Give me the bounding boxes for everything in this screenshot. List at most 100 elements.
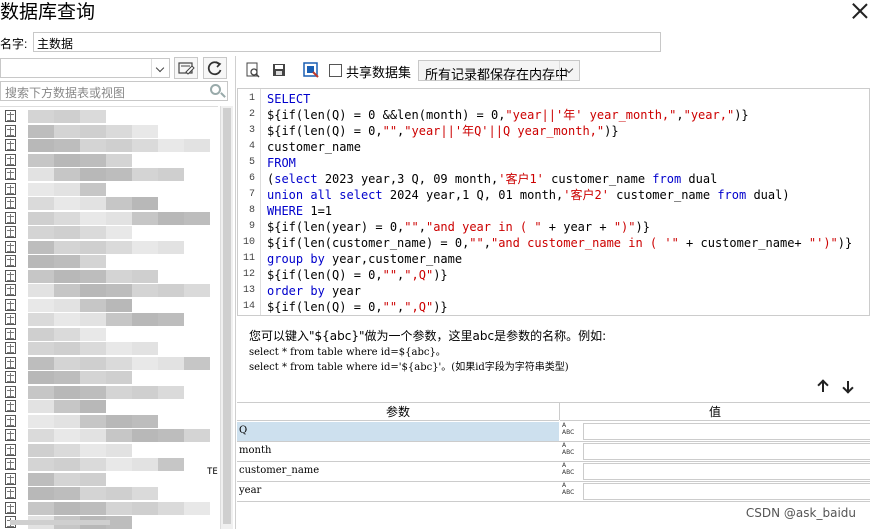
table-list-item[interactable] [0,342,218,355]
param-type-icon[interactable]: A ABC [560,462,582,481]
table-list-item[interactable] [0,414,218,428]
sql-code-text[interactable]: (select 2023 year,3 Q, 09 month,'客户1' cu… [267,171,717,187]
table-list-item[interactable] [0,168,218,181]
obscured-table-name [80,385,106,399]
edit-connection-button[interactable] [174,57,198,79]
share-dataset-label[interactable]: 共享数据集 [346,62,411,81]
sql-line[interactable]: 8 WHERE 1=1 [238,203,869,219]
table-list-item[interactable] [0,472,218,486]
datasource-select[interactable] [0,58,170,78]
sql-line[interactable]: 6 (select 2023 year,3 Q, 09 month,'客户1' c… [238,171,869,187]
param-type-icon[interactable]: A ABC [560,442,582,461]
table-list-item[interactable] [0,182,218,196]
obscured-table-name [80,269,106,283]
sql-line[interactable]: 2 ${if(len(Q) = 0 &&len(month) = 0,"year|… [238,107,869,123]
table-list-item[interactable] [0,197,218,210]
table-list-item[interactable] [0,385,218,399]
table-list-item[interactable] [0,284,218,297]
sql-line[interactable]: 14 ${if(len(Q) = 0,"",",Q")} [238,299,869,315]
save-icon[interactable] [270,61,288,79]
table-list-item[interactable] [0,327,218,341]
sql-code-text[interactable]: SELECT [267,91,310,107]
param-name[interactable]: month [237,442,559,461]
move-down-icon[interactable] [842,379,854,393]
table-icon [5,226,16,238]
panel-divider[interactable] [235,56,236,529]
sql-code-text[interactable]: union all select 2024 year,1 Q, 01 month… [267,187,790,203]
param-row[interactable]: year A ABC [237,482,870,502]
param-name[interactable]: year [237,482,559,501]
table-list-item[interactable] [0,443,218,457]
table-list-item[interactable] [0,356,218,370]
param-value-input[interactable] [583,423,870,440]
sql-code-text[interactable]: ${if(len(Q) = 0,"",",Q")} [267,299,448,315]
table-list-item[interactable] [0,429,218,442]
sql-code-text[interactable]: ${if(len(Q) = 0,"",",Q")} [267,267,448,283]
sql-code-text[interactable]: customer_name [267,139,361,155]
share-dataset-checkbox[interactable] [329,64,342,77]
table-list-item[interactable] [0,269,218,283]
table-list-item[interactable] [0,371,218,384]
sql-code-text[interactable]: ${if(len(Q) = 0 &&len(month) = 0,"year||… [267,107,749,123]
sql-line[interactable]: 5 FROM [238,155,869,171]
sql-code-text[interactable]: ${if(len(Q) = 0,"","year||'年Q'||Q year_m… [267,123,619,139]
sql-line[interactable]: 10 ${if(len(customer_name) = 0,"","and cu… [238,235,869,251]
refresh-button[interactable] [203,57,227,79]
sql-line[interactable]: 13 order by year [238,283,869,299]
table-list-item[interactable] [0,211,218,225]
table-list-item[interactable] [0,501,218,515]
table-list-item[interactable] [0,487,218,500]
sql-line[interactable]: 7 union all select 2024 year,1 Q, 01 mont… [238,187,869,203]
table-list-item[interactable] [0,153,218,167]
move-up-icon[interactable] [817,379,829,393]
obscured-table-name [54,429,80,442]
table-icon [5,371,16,383]
sql-line[interactable]: 4 customer_name [238,139,869,155]
table-list-item[interactable] [0,313,218,326]
table-list-item[interactable] [0,110,218,123]
table-search-input[interactable]: 搜索下方数据表或视图 [0,81,228,101]
param-value-input[interactable] [583,443,870,460]
sql-code-text[interactable]: group by year,customer_name [267,251,462,267]
name-input[interactable]: 主数据 [33,32,661,52]
sql-code-text[interactable]: ${if(len(customer_name) = 0,"","and cust… [267,235,852,251]
tree-vertical-scrollbar[interactable] [220,106,233,529]
table-list-item[interactable] [0,139,218,152]
table-list-item[interactable] [0,240,218,254]
sql-line[interactable]: 11 group by year,customer_name [238,251,869,267]
table-list-item[interactable] [0,226,218,239]
table-icon [5,153,16,166]
sql-code-text[interactable]: FROM [267,155,296,171]
sql-editor[interactable]: 1 SELECT 2 ${if(len(Q) = 0 &&len(month) = 0… [237,88,870,316]
table-tree[interactable] [0,106,218,529]
sql-line[interactable]: 1 SELECT [238,91,869,107]
sql-line[interactable]: 3 ${if(len(Q) = 0,"","year||'年Q'||Q year_… [238,123,869,139]
table-list-item[interactable] [0,458,218,471]
window-title: 数据库查询 [0,1,96,23]
param-type-icon[interactable]: A ABC [560,422,582,441]
preview-icon[interactable] [244,61,262,79]
param-name[interactable]: Q [237,422,559,441]
sql-code-text[interactable]: ${if(len(year) = 0,"","and year in ( " +… [267,219,650,235]
tree-horizontal-scrollbar[interactable] [0,517,218,527]
sql-code-text[interactable]: order by year [267,283,361,299]
search-icon[interactable] [210,84,221,95]
param-value-input[interactable] [583,463,870,480]
table-list-item[interactable] [0,124,218,138]
param-name[interactable]: customer_name [237,462,559,481]
table-list-item[interactable] [0,298,218,312]
sql-line[interactable]: 12 ${if(len(Q) = 0,"",",Q")} [238,267,869,283]
param-row[interactable]: Q A ABC [237,422,870,442]
param-row[interactable]: month A ABC [237,442,870,462]
param-type-icon[interactable]: A ABC [560,482,582,501]
param-value-input[interactable] [583,483,870,500]
sql-line[interactable]: 9 ${if(len(year) = 0,"","and year in ( " … [238,219,869,235]
sql-wizard-icon[interactable] [302,61,320,79]
param-row[interactable]: customer_name A ABC [237,462,870,482]
memory-mode-select[interactable]: 所有记录都保存在内存中 [418,60,580,83]
column-separator[interactable] [559,402,560,420]
close-icon[interactable] [850,1,870,21]
sql-code-text[interactable]: WHERE 1=1 [267,203,332,219]
table-list-item[interactable] [0,255,218,268]
table-list-item[interactable] [0,400,218,413]
